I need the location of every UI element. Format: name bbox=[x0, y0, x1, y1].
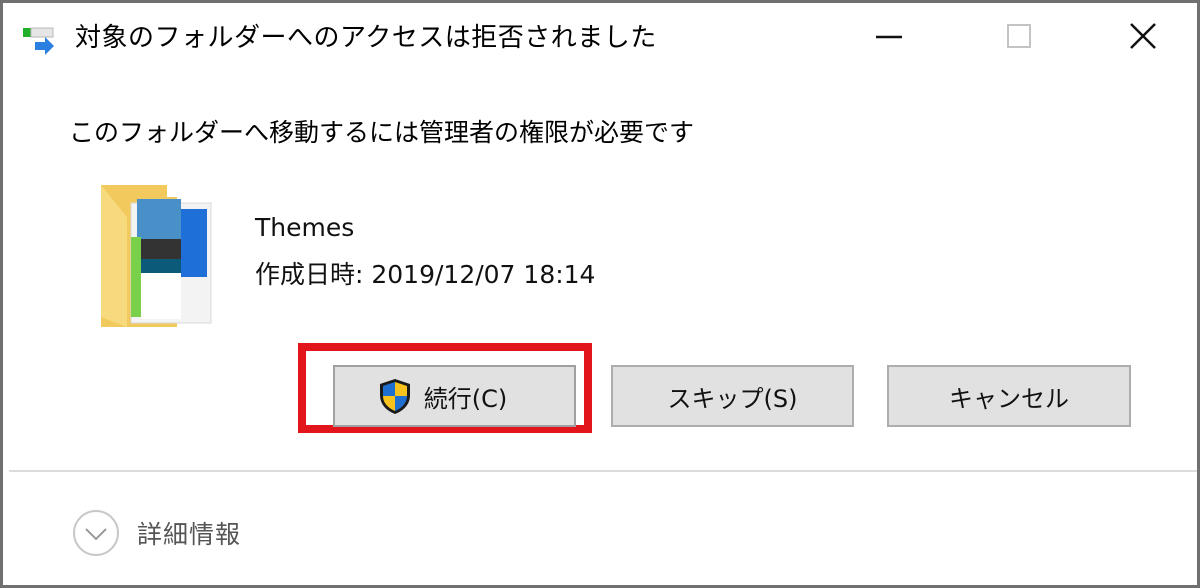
close-icon bbox=[1130, 23, 1156, 49]
minimize-icon bbox=[876, 35, 902, 39]
more-details-toggle[interactable]: 詳細情報 bbox=[71, 508, 241, 558]
skip-button[interactable]: スキップ(S) bbox=[611, 365, 854, 427]
continue-button[interactable]: 続行(C) bbox=[333, 365, 576, 427]
cancel-button-label: キャンセル bbox=[949, 384, 1069, 413]
divider bbox=[9, 470, 1197, 472]
skip-button-label: スキップ(S) bbox=[667, 384, 798, 413]
uac-shield-icon bbox=[379, 379, 410, 414]
chevron-down-circle-icon bbox=[73, 510, 119, 556]
folder-icon bbox=[101, 185, 212, 327]
dialog-message: このフォルダーへ移動するには管理者の権限が必要です bbox=[69, 118, 695, 147]
maximize-icon bbox=[1007, 24, 1031, 48]
continue-button-label: 続行(C) bbox=[423, 384, 508, 413]
minimize-button[interactable] bbox=[859, 13, 919, 59]
maximize-button[interactable] bbox=[989, 13, 1049, 59]
cancel-button[interactable]: キャンセル bbox=[887, 365, 1131, 427]
more-details-label: 詳細情報 bbox=[137, 520, 242, 549]
window-title: 対象のフォルダーへのアクセスは拒否されました bbox=[75, 23, 657, 53]
dialog-window: 対象のフォルダーへのアクセスは拒否されました このフォルダーへ移動するには管理者… bbox=[0, 0, 1200, 588]
title-bar: 対象のフォルダーへのアクセスは拒否されました bbox=[3, 3, 1197, 69]
item-name: Themes bbox=[255, 213, 355, 242]
folder-move-icon bbox=[23, 27, 54, 55]
close-button[interactable] bbox=[1113, 13, 1173, 59]
item-created-date: 作成日時: 2019/12/07 18:14 bbox=[255, 260, 596, 289]
